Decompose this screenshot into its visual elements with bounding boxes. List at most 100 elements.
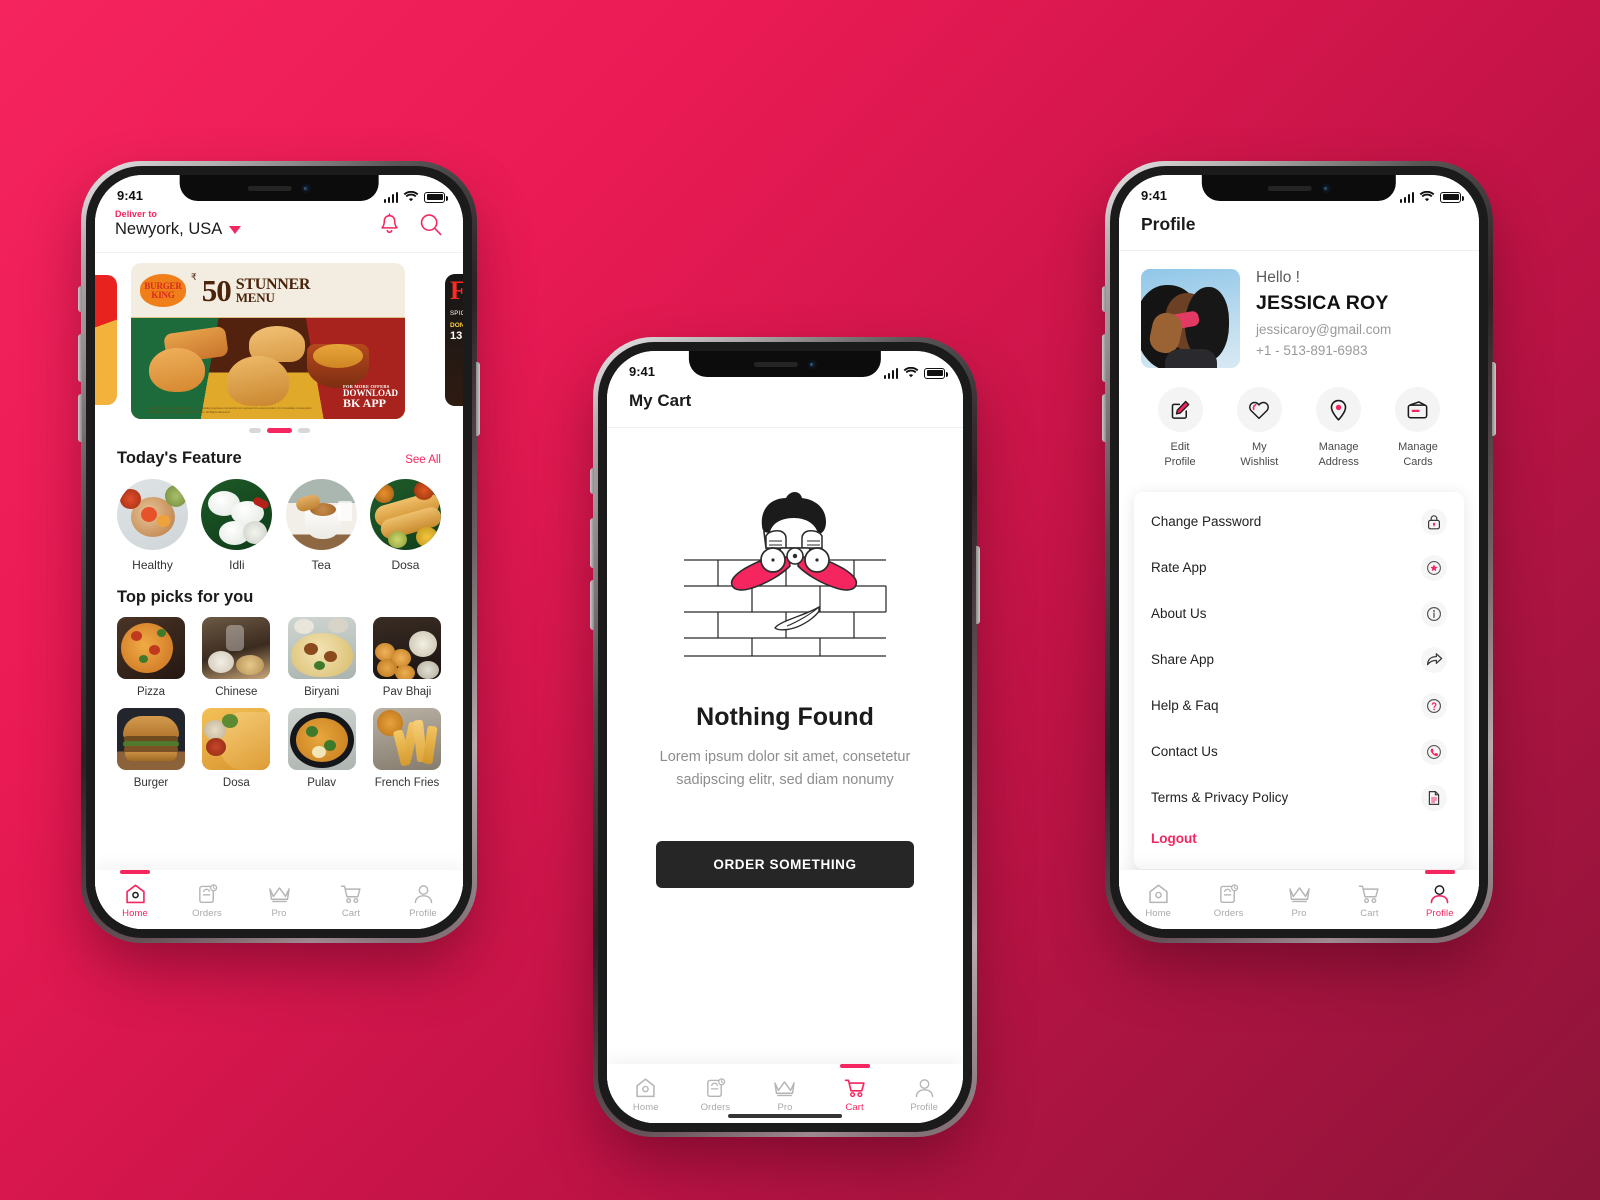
- carousel-slide-next[interactable]: FI SPICY C DON'T 13: [445, 274, 463, 406]
- menu-item-change-password[interactable]: Change Password: [1134, 499, 1464, 545]
- carousel-dot-2[interactable]: [266, 428, 292, 433]
- tab-pro[interactable]: Pro: [243, 876, 315, 919]
- carousel-dot-1[interactable]: [248, 428, 261, 433]
- menu-label-rate-app: Rate App: [1151, 560, 1207, 576]
- tab-label-pro: Pro: [1291, 908, 1307, 919]
- menu-item-about-us[interactable]: About Us: [1134, 591, 1464, 637]
- pick-item-dosa-2[interactable]: Dosa: [202, 708, 271, 789]
- menu-label-about-us: About Us: [1151, 606, 1207, 622]
- promo-carousel[interactable]: FI SPICY C DON'T 13 BURGER KING ₹ 50: [95, 263, 463, 419]
- tab-home[interactable]: Home: [611, 1070, 681, 1113]
- tab-profile[interactable]: Profile: [1405, 870, 1475, 919]
- earpiece-speaker: [1267, 185, 1312, 191]
- delivery-location[interactable]: Deliver to Newyork, USA: [115, 209, 242, 239]
- menu-item-logout[interactable]: Logout: [1134, 821, 1464, 856]
- carousel-slide-active[interactable]: BURGER KING ₹ 50 STUNNER MENU FOR MORE O…: [131, 263, 405, 419]
- front-camera-icon: [1321, 183, 1331, 193]
- chevron-down-icon[interactable]: [229, 225, 242, 234]
- location-value: Newyork, USA: [115, 220, 223, 238]
- tab-orders[interactable]: Orders: [171, 876, 243, 919]
- home-icon: [125, 884, 145, 904]
- tab-home[interactable]: Home: [1123, 876, 1193, 919]
- tab-cart[interactable]: Cart: [820, 1064, 890, 1113]
- pick-item-french-fries[interactable]: French Fries: [372, 708, 441, 789]
- menu-item-rate-app[interactable]: Rate App: [1134, 545, 1464, 591]
- cart-icon: [340, 885, 361, 904]
- tab-profile[interactable]: Profile: [889, 1070, 959, 1113]
- pick-item-burger[interactable]: Burger: [117, 708, 185, 789]
- earpiece-speaker: [247, 185, 292, 191]
- pick-item-biryani[interactable]: Biryani: [287, 617, 356, 698]
- menu-item-help-faq[interactable]: Help & Faq: [1134, 683, 1464, 729]
- silent-switch: [590, 468, 594, 494]
- home-header: Deliver to Newyork, USA: [95, 205, 463, 252]
- cart-screen: 9:41 My Cart Nothing Found Lorem ipsum d…: [607, 351, 963, 1123]
- pick-item-pav-bhaji[interactable]: Pav Bhaji: [372, 617, 441, 698]
- menu-item-terms-privacy[interactable]: Terms & Privacy Policy: [1134, 775, 1464, 821]
- edit-icon: [1157, 387, 1203, 432]
- cart-icon: [1359, 885, 1380, 904]
- menu-item-contact-us[interactable]: Contact Us: [1134, 729, 1464, 775]
- phone-icon: [1421, 738, 1447, 765]
- top-picks-header: Top picks for you: [95, 572, 463, 607]
- carousel-slide-previous[interactable]: [95, 275, 117, 405]
- user-icon: [1430, 885, 1449, 904]
- crown-icon: [1288, 887, 1310, 903]
- volume-up-button: [1102, 334, 1106, 382]
- bell-icon[interactable]: [378, 212, 401, 237]
- orders-icon: [198, 884, 217, 904]
- pick-item-pulav[interactable]: Pulav: [287, 708, 356, 789]
- wifi-icon: [1419, 191, 1435, 202]
- see-all-link[interactable]: See All: [405, 454, 441, 466]
- tab-profile[interactable]: Profile: [387, 876, 459, 919]
- tab-home[interactable]: Home: [99, 870, 171, 919]
- feature-item-tea[interactable]: Tea: [285, 479, 357, 572]
- todays-feature-header: Today's Feature See All: [95, 433, 463, 468]
- tab-pro[interactable]: Pro: [750, 1070, 820, 1113]
- currency-symbol: ₹: [191, 272, 197, 282]
- phone-home: 9:41 Deliver to Newyork, USA F SPI DON 1…: [78, 161, 480, 943]
- tab-pro[interactable]: Pro: [1264, 876, 1334, 919]
- pick-label-chinese: Chinese: [215, 686, 258, 698]
- feature-label-idli: Idli: [229, 558, 245, 572]
- action-manage-address[interactable]: Manage Address: [1302, 387, 1376, 470]
- action-my-wishlist[interactable]: My Wishlist: [1222, 387, 1296, 470]
- action-manage-cards[interactable]: Manage Cards: [1381, 387, 1455, 470]
- home-indicator: [728, 1114, 842, 1118]
- search-icon[interactable]: [419, 212, 443, 237]
- user-name: JESSICA ROY: [1256, 292, 1389, 314]
- avatar[interactable]: [1141, 269, 1240, 368]
- pick-label-dosa-2: Dosa: [222, 777, 250, 789]
- tab-cart[interactable]: Cart: [315, 876, 387, 919]
- volume-up-button: [78, 334, 82, 382]
- front-camera-icon: [301, 183, 311, 193]
- pick-item-pizza[interactable]: Pizza: [117, 617, 185, 698]
- share-icon: [1421, 646, 1447, 673]
- pick-image-biryani: [287, 617, 356, 679]
- profile-screen: 9:41 Profile Hello ! JESSICA ROY jessica…: [1119, 175, 1479, 929]
- banner-title-line2: MENU: [235, 289, 275, 305]
- feature-item-idli[interactable]: Idli: [201, 479, 273, 572]
- carousel-dot-3[interactable]: [297, 428, 310, 433]
- banner-price: 50: [201, 272, 232, 308]
- banner-fine-print: Images shown in this advertisement are f…: [147, 406, 312, 414]
- menu-item-share-app[interactable]: Share App: [1134, 637, 1464, 683]
- pick-label-pav-bhaji: Pav Bhaji: [382, 686, 432, 698]
- home-icon: [1149, 884, 1168, 904]
- cellular-signal-icon: [883, 367, 898, 379]
- feature-image-tea: [285, 479, 357, 550]
- pick-image-french-fries: [372, 708, 441, 770]
- pick-item-chinese[interactable]: Chinese: [202, 617, 271, 698]
- cellular-signal-icon: [383, 191, 398, 203]
- action-edit-profile[interactable]: Edit Profile: [1143, 387, 1217, 470]
- pick-label-pizza: Pizza: [136, 686, 166, 698]
- tab-cart[interactable]: Cart: [1334, 876, 1404, 919]
- feature-item-dosa[interactable]: Dosa: [369, 479, 441, 572]
- pick-image-pulav: [287, 708, 356, 770]
- home-icon: [636, 1078, 655, 1098]
- feature-item-healthy[interactable]: Healthy: [117, 479, 188, 572]
- tab-orders[interactable]: Orders: [681, 1070, 751, 1113]
- pick-image-dosa-2: [202, 708, 271, 770]
- order-something-button[interactable]: ORDER SOMETHING: [656, 840, 914, 888]
- tab-orders[interactable]: Orders: [1193, 876, 1263, 919]
